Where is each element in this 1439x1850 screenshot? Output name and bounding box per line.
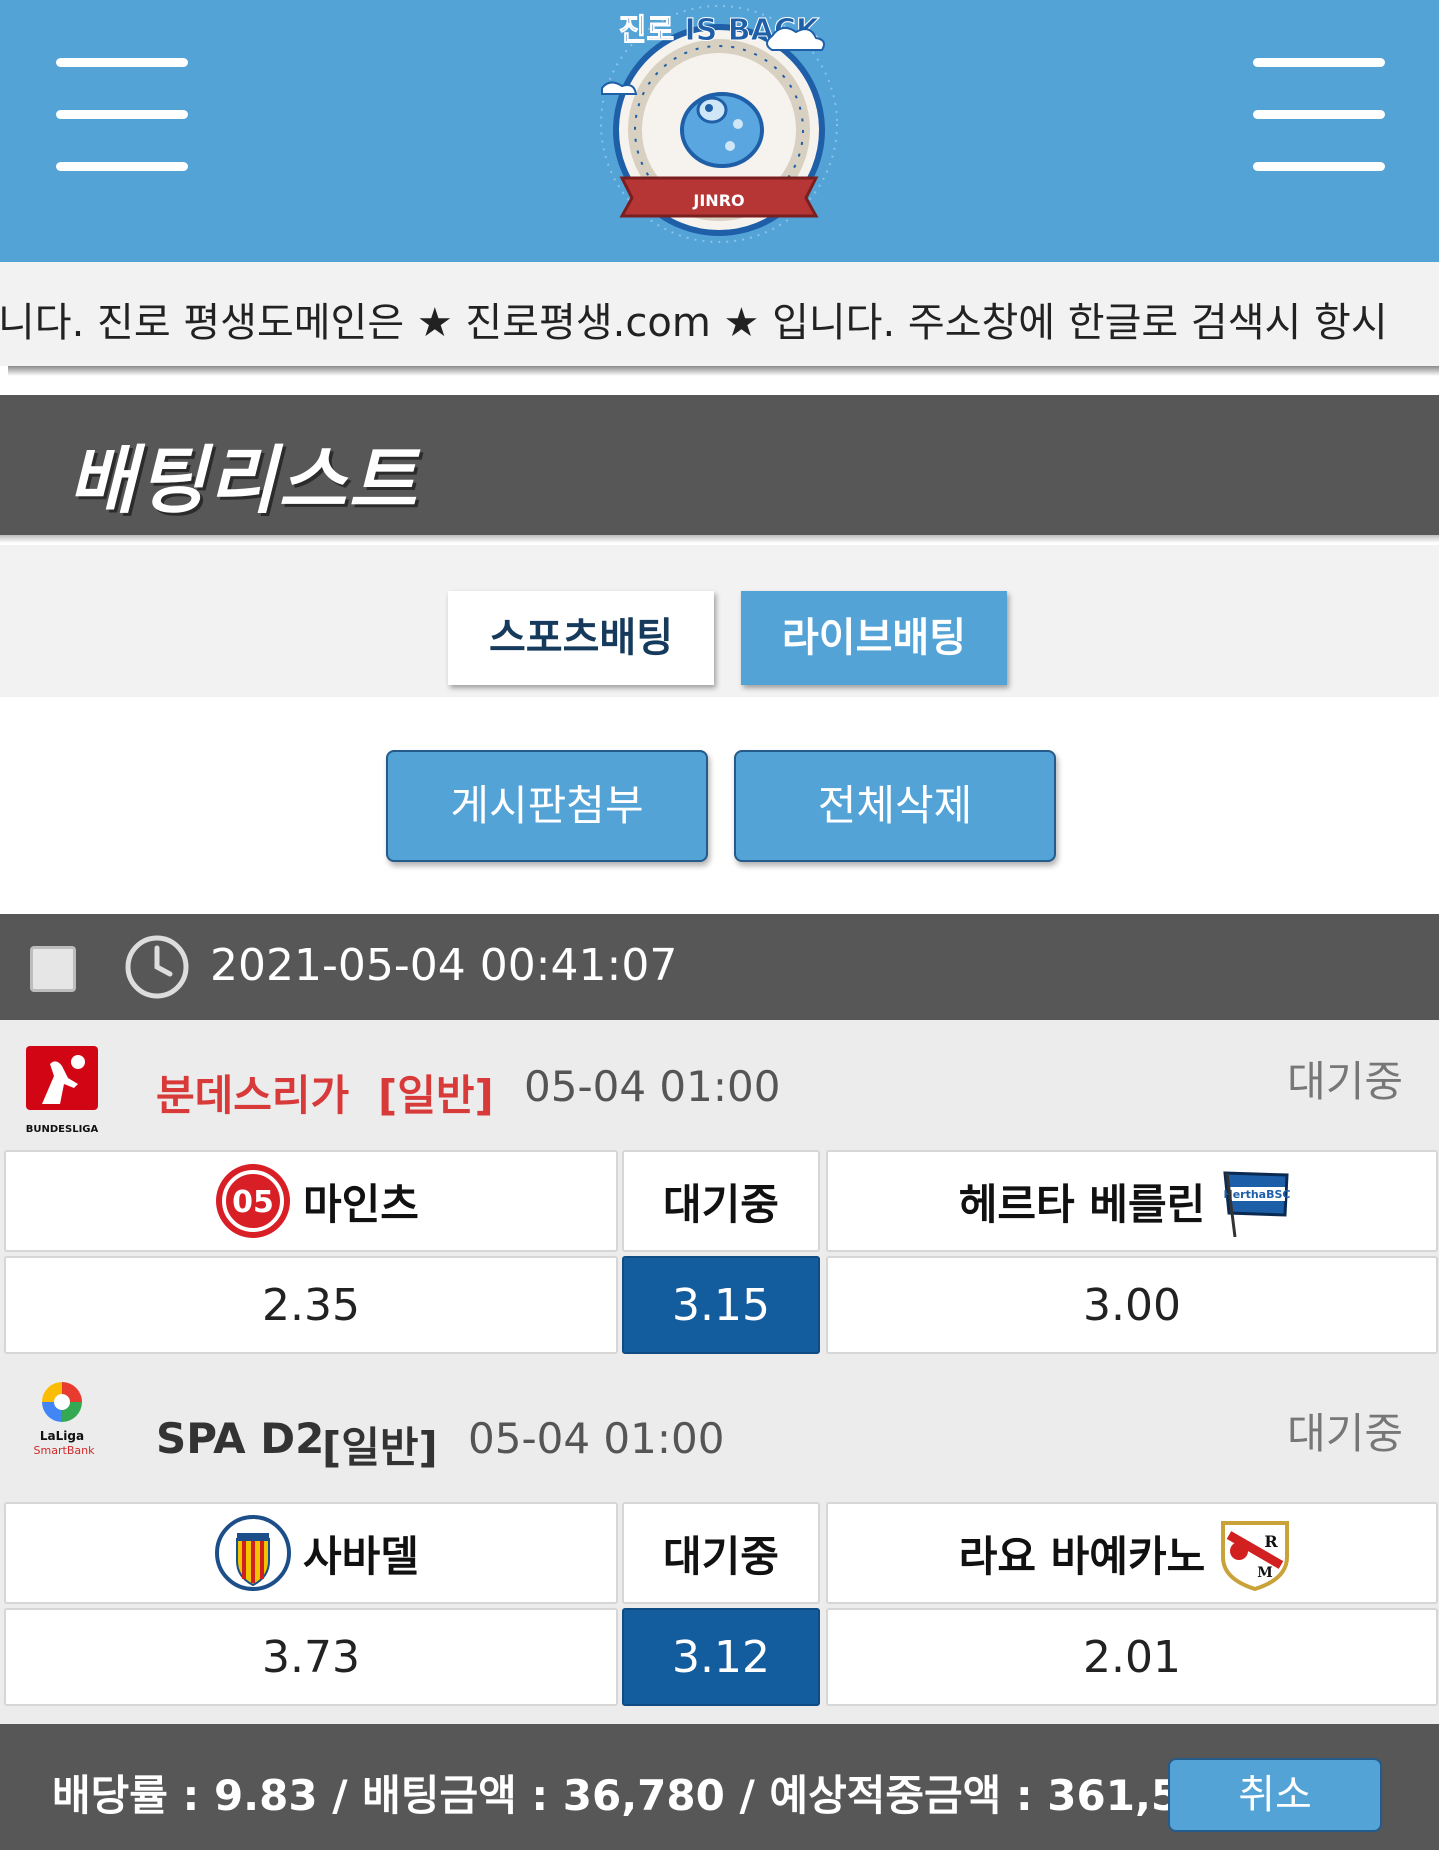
- match-time: 05-04 01:00: [524, 1062, 781, 1111]
- svg-text:05: 05: [232, 1185, 274, 1220]
- bet-type-label: [일반]: [322, 1423, 438, 1472]
- svg-text:LaLiga: LaLiga: [40, 1429, 84, 1443]
- bet-summary-footer: 배당률 : 9.83 / 배팅금액 : 36,780 / 예상적중금액 : 36…: [0, 1724, 1439, 1850]
- bet-type-tabs: 스포츠배팅 라이브배팅: [0, 545, 1439, 697]
- match-status: 대기중: [1287, 1409, 1403, 1458]
- logo-banner: JINRO: [692, 191, 744, 210]
- league-name: 분데스리가: [156, 1071, 350, 1120]
- match-header: LaLiga SmartBank SPA D2 [일반] 05-04 01:00…: [0, 1372, 1439, 1502]
- sabadell-logo-icon: [215, 1515, 292, 1591]
- match-header: BUNDESLIGA 분데스리가 [일반] 05-04 01:00 대기중: [0, 1020, 1439, 1150]
- notice-text: 니다. 진로 평생도메인은 ★ 진로평생.com ★ 입니다. 주소창에 한글로…: [0, 300, 1388, 346]
- svg-text:M: M: [1257, 1565, 1273, 1581]
- title-shadow: [0, 535, 1439, 543]
- hertha-logo-icon: HerthaBSC: [1223, 1171, 1291, 1238]
- match-middle-status: 대기중: [622, 1502, 820, 1604]
- home-team-cell[interactable]: 사바델: [4, 1502, 618, 1604]
- league-name: SPA D2: [156, 1414, 325, 1463]
- delete-all-button[interactable]: 전체삭제: [734, 750, 1056, 862]
- top-header: JINRO 진로 IS BACK: [0, 0, 1439, 262]
- menu-icon[interactable]: [56, 56, 188, 174]
- laliga-smartbank-logo-icon: LaLiga SmartBank: [34, 1382, 96, 1457]
- home-team-cell[interactable]: 05 마인츠: [4, 1150, 618, 1252]
- attach-to-board-button[interactable]: 게시판첨부: [386, 750, 708, 862]
- home-odds[interactable]: 2.35: [4, 1256, 618, 1354]
- page-title: 배팅리스트: [68, 438, 419, 524]
- clock-icon: [125, 935, 189, 999]
- tab-sports-betting[interactable]: 스포츠배팅: [448, 591, 714, 685]
- svg-text:BUNDESLIGA: BUNDESLIGA: [26, 1124, 99, 1135]
- bet-select-checkbox[interactable]: [30, 946, 76, 992]
- away-team-cell[interactable]: 헤르타 베를린 HerthaBSC: [826, 1150, 1438, 1252]
- bet-group-header: 2021-05-04 00:41:07: [0, 914, 1439, 1020]
- rayo-vallecano-logo-icon: R M: [1221, 1521, 1290, 1592]
- bet-summary-text: 배당률 : 9.83 / 배팅금액 : 36,780 / 예상적중금액 : 36…: [52, 1771, 1239, 1820]
- home-odds[interactable]: 3.73: [4, 1608, 618, 1706]
- bundesliga-logo-icon: BUNDESLIGA: [26, 1046, 99, 1135]
- notice-marquee: 니다. 진로 평생도메인은 ★ 진로평생.com ★ 입니다. 주소창에 한글로…: [0, 262, 1439, 366]
- away-team-name: 헤르타 베를린: [958, 1179, 1206, 1229]
- marquee-shadow: [8, 366, 1439, 376]
- site-logo[interactable]: JINRO 진로 IS BACK: [562, 0, 876, 262]
- draw-odds-selected[interactable]: 3.12: [622, 1608, 820, 1706]
- away-team-cell[interactable]: 라요 바예카노 R M: [826, 1502, 1438, 1604]
- page-title-bar: 배팅리스트: [0, 395, 1439, 535]
- home-team-name: 마인츠: [303, 1179, 419, 1229]
- tab-live-betting[interactable]: 라이브배팅: [741, 591, 1007, 685]
- svg-text:SmartBank: SmartBank: [34, 1444, 96, 1457]
- draw-odds-selected[interactable]: 3.15: [622, 1256, 820, 1354]
- svg-text:R: R: [1265, 1532, 1279, 1551]
- cancel-bet-button[interactable]: 취소: [1168, 1758, 1382, 1832]
- bet-group-body: BUNDESLIGA 분데스리가 [일반] 05-04 01:00 대기중 05…: [0, 1020, 1439, 1724]
- svg-text:HerthaBSC: HerthaBSC: [1224, 1188, 1291, 1201]
- match-middle-status: 대기중: [622, 1150, 820, 1252]
- bet-datetime: 2021-05-04 00:41:07: [210, 940, 678, 991]
- bet-type-label: [일반]: [378, 1071, 494, 1120]
- match-status: 대기중: [1287, 1057, 1403, 1106]
- away-team-name: 라요 바예카노: [958, 1531, 1206, 1581]
- away-odds[interactable]: 3.00: [826, 1256, 1438, 1354]
- home-team-name: 사바델: [303, 1531, 419, 1581]
- user-menu-icon[interactable]: [1253, 56, 1385, 174]
- mainz-logo-icon: 05: [216, 1164, 291, 1238]
- away-odds[interactable]: 2.01: [826, 1608, 1438, 1706]
- match-time: 05-04 01:00: [468, 1414, 725, 1463]
